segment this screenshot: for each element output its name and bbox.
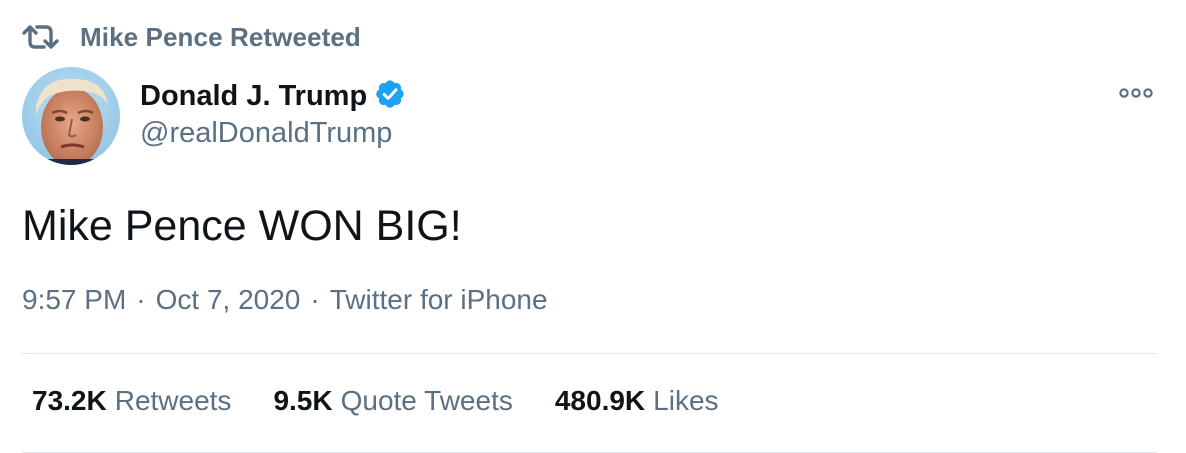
more-options-icon[interactable]	[1116, 80, 1156, 106]
tweet-time[interactable]: 9:57 PM	[22, 284, 126, 316]
likes-stat[interactable]: 480.9K Likes	[555, 385, 719, 417]
retweet-icon	[22, 22, 59, 52]
retweets-stat[interactable]: 73.2K Retweets	[32, 385, 231, 417]
stat-value: 9.5K	[273, 385, 333, 416]
engagement-stats: 73.2K Retweets 9.5K Quote Tweets 480.9K …	[32, 385, 761, 417]
stat-value: 480.9K	[554, 385, 646, 416]
tweet-date[interactable]: Oct 7, 2020	[156, 284, 301, 316]
stat-value: 73.2K	[32, 385, 107, 416]
divider	[22, 353, 1157, 354]
stat-label: Quote Tweets	[340, 385, 513, 416]
verified-badge-icon	[374, 78, 406, 115]
retweet-context-label: Mike Pence Retweeted	[80, 21, 361, 52]
meta-separator: ·	[310, 284, 320, 315]
avatar[interactable]	[22, 67, 120, 165]
retweet-context[interactable]: Mike Pence Retweeted	[22, 20, 361, 54]
author-handle[interactable]: @realDonaldTrump	[140, 117, 392, 150]
tweet-source[interactable]: Twitter for iPhone	[330, 284, 548, 316]
author-display-name[interactable]: Donald J. Trump	[140, 80, 367, 113]
tweet-meta: 9:57 PM · Oct 7, 2020 · Twitter for iPho…	[22, 284, 548, 316]
quote-tweets-stat[interactable]: 9.5K Quote Tweets	[273, 385, 512, 417]
meta-separator: ·	[136, 284, 146, 315]
tweet-card: Mike Pence Retweeted Donald J. Trump @re…	[0, 0, 1186, 453]
author-name-row[interactable]: Donald J. Trump	[140, 76, 406, 116]
stat-label: Retweets	[114, 385, 232, 416]
tweet-text: Mike Pence WON BIG!	[22, 202, 462, 250]
stat-label: Likes	[653, 385, 719, 416]
